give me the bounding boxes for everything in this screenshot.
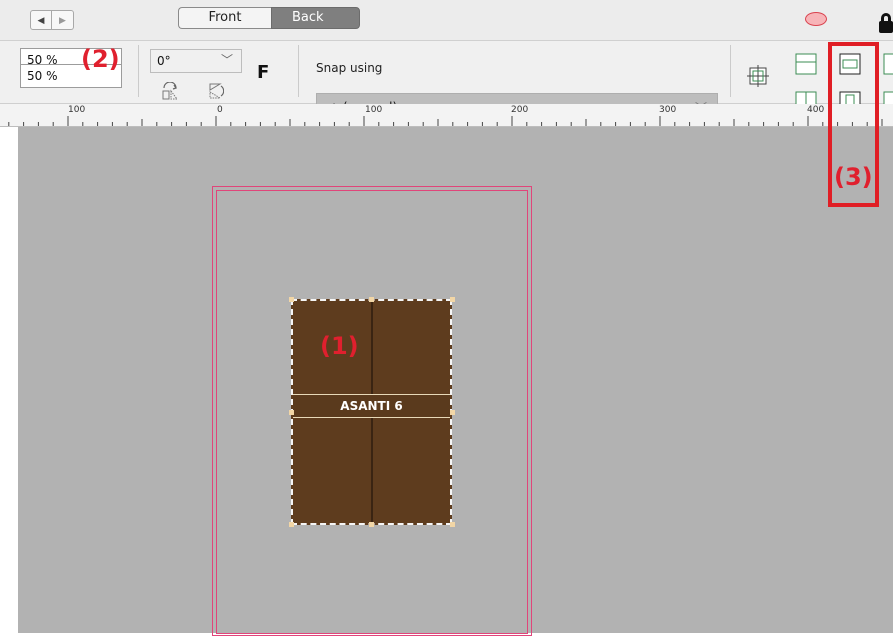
ruler-label: 100 — [365, 105, 383, 115]
tab-front[interactable]: Front — [178, 7, 271, 29]
canvas-left-margin — [0, 127, 18, 633]
nav-back-button[interactable]: ◀ — [30, 10, 52, 30]
chevron-down-icon: ﹀ — [220, 53, 233, 67]
annotation-label-1: (1) — [320, 332, 359, 360]
flip-vertical-icon[interactable] — [206, 82, 224, 100]
annotation-label-3: (3) — [834, 163, 873, 191]
product-label: ASANTI 6 — [340, 399, 403, 413]
selection-handle[interactable] — [369, 297, 374, 302]
selection-handle[interactable] — [450, 522, 455, 527]
ruler-label: 200 — [511, 105, 529, 115]
align-bottom-icon[interactable] — [883, 52, 893, 76]
ruler-label: 300 — [659, 105, 677, 115]
flip-horizontal-icon[interactable] — [161, 82, 179, 100]
selection-handle[interactable] — [289, 410, 294, 415]
record-icon[interactable] — [805, 12, 827, 26]
tab-back[interactable]: Back — [271, 7, 360, 29]
rotation-select[interactable]: 0° ﹀ — [150, 49, 242, 73]
toolbar-divider — [298, 45, 299, 97]
toolbar-divider — [730, 45, 731, 97]
annotation-label-2: (2) — [81, 45, 120, 73]
toolbar-divider — [138, 45, 139, 97]
selection-handle[interactable] — [450, 410, 455, 415]
top-bar — [0, 0, 893, 41]
selection-handle[interactable] — [369, 522, 374, 527]
product-label-band: ASANTI 6 — [293, 394, 450, 418]
ruler-label: 0 — [217, 105, 223, 115]
rotation-value: 0° — [157, 54, 171, 68]
nav-forward-button[interactable]: ▶ — [52, 10, 74, 30]
snap-label: Snap using — [316, 61, 383, 75]
product-box[interactable]: ASANTI 6 — [291, 299, 452, 525]
align-center-icon[interactable] — [746, 64, 770, 88]
horizontal-ruler: 100 0 100 200 300 400 — [0, 104, 893, 127]
selection-handle[interactable] — [289, 297, 294, 302]
ruler-ticks — [8, 116, 883, 126]
ruler-label: 400 — [807, 105, 825, 115]
face-flag: F — [257, 62, 270, 83]
ruler-label: 100 — [68, 105, 86, 115]
align-top-icon[interactable] — [794, 52, 818, 76]
lock-icon[interactable] — [879, 13, 893, 33]
selection-handle[interactable] — [450, 297, 455, 302]
selection-handle[interactable] — [289, 522, 294, 527]
